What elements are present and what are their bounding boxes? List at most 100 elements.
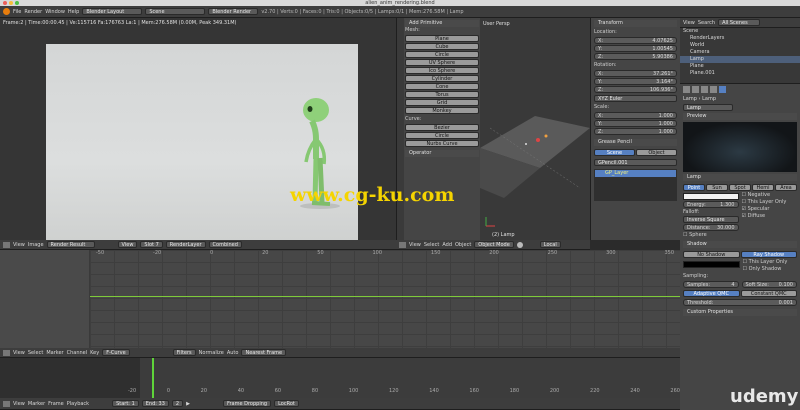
add-curve-circle-button[interactable]: Circle [405, 132, 479, 139]
menu-file[interactable]: File [13, 9, 21, 15]
add-torus-button[interactable]: Torus [405, 91, 479, 98]
preview-panel-header[interactable]: Preview [683, 113, 797, 120]
layout-selector[interactable]: Blender Layout [82, 8, 143, 15]
timeline[interactable]: -20 0 20 40 60 80 100 120 140 160 180 200 220 240 260 [0, 358, 680, 398]
outliner-menu-search[interactable]: Search [698, 20, 715, 26]
image-menu-view[interactable]: View [13, 242, 25, 248]
menu-help[interactable]: Help [68, 9, 79, 15]
add-nurbs-curve-button[interactable]: Nurbs Curve [405, 140, 479, 147]
location-z-field[interactable]: Z: 5.90386 [594, 53, 677, 60]
mode-selector[interactable]: Object Mode [474, 241, 514, 248]
lamp-type-spot[interactable]: Spot [729, 184, 751, 191]
orientation-selector[interactable]: Local [539, 241, 561, 248]
view-selector[interactable]: View [117, 241, 138, 248]
shadow-panel-header[interactable]: Shadow [683, 241, 797, 248]
snap-selector[interactable]: Nearest Frame [241, 349, 287, 356]
menu-window[interactable]: Window [45, 9, 65, 15]
diffuse-checkbox[interactable]: ☑ Diffuse [742, 213, 798, 220]
add-grid-button[interactable]: Grid [405, 99, 479, 106]
soft-size-field[interactable]: Soft Size: 0.100 [741, 281, 797, 288]
add-circle-button[interactable]: Circle [405, 51, 479, 58]
outliner-item-lamp[interactable]: Lamp [680, 56, 800, 63]
lamp-data-tab-icon[interactable] [719, 86, 726, 93]
image-name-field[interactable]: Render Result [46, 241, 95, 248]
negative-checkbox[interactable]: ☐ Negative [742, 192, 798, 199]
adaptive-qmc-button[interactable]: Adaptive QMC [683, 290, 740, 297]
rotation-y-field[interactable]: Y: 3.164° [594, 78, 677, 85]
filters-button[interactable]: Filters [172, 349, 196, 356]
viewport-menu-object[interactable]: Object [455, 242, 471, 248]
scene-tab-icon[interactable] [692, 86, 699, 93]
transform-panel-header[interactable]: Transform [594, 20, 677, 27]
viewport-menu-select[interactable]: Select [424, 242, 439, 248]
add-uv-sphere-button[interactable]: UV Sphere [405, 59, 479, 66]
viewport-menu-view[interactable]: View [409, 242, 421, 248]
rotation-x-field[interactable]: X: 37.261° [594, 70, 677, 77]
graph-menu-marker[interactable]: Marker [46, 350, 63, 356]
add-primitive-panel-header[interactable]: Add Primitive [405, 20, 479, 27]
specular-checkbox[interactable]: ☑ Specular [742, 206, 798, 213]
outliner-item-plane-001[interactable]: Plane.001 [680, 70, 800, 77]
render-tab-icon[interactable] [683, 86, 690, 93]
operator-panel-header[interactable]: Operator [405, 150, 479, 157]
shading-icon[interactable] [516, 241, 523, 248]
gp-layer-item[interactable]: GP_Layer [595, 170, 676, 177]
lamp-color-swatch[interactable] [683, 193, 739, 200]
timeline-menu-frame[interactable]: Frame [48, 401, 64, 407]
custom-properties-panel-header[interactable]: Custom Properties [683, 309, 797, 316]
add-plane-button[interactable]: Plane [405, 35, 479, 42]
outliner-item-renderlayers[interactable]: RenderLayers [680, 35, 800, 42]
blender-logo-icon[interactable] [3, 8, 10, 15]
scale-z-field[interactable]: Z: 1.000 [594, 128, 677, 135]
timeline-menu-view[interactable]: View [13, 401, 25, 407]
normalize-toggle[interactable]: Normalize [199, 350, 224, 356]
location-y-field[interactable]: Y: 1.00545 [594, 45, 677, 52]
outliner-filter-selector[interactable]: All Scenes [718, 19, 761, 26]
graph-menu-key[interactable]: Key [90, 350, 99, 356]
maximize-window-icon[interactable] [15, 1, 19, 5]
image-menu-image[interactable]: Image [28, 242, 44, 248]
outliner-item-plane[interactable]: Plane [680, 63, 800, 70]
no-shadow-button[interactable]: No Shadow [683, 251, 740, 258]
samples-field[interactable]: Samples: 4 [683, 281, 739, 288]
render-engine-selector[interactable]: Blender Render [208, 8, 259, 15]
timeline-editor-type-icon[interactable] [3, 400, 10, 407]
location-x-field[interactable]: X: 4.07625 [594, 37, 677, 44]
grease-pencil-panel-header[interactable]: Grease Pencil [594, 139, 677, 146]
lamp-datablock[interactable]: Lamp [683, 104, 733, 111]
graph-mode-selector[interactable]: F-Curve [102, 349, 130, 356]
shadow-color-swatch[interactable] [683, 261, 740, 268]
threshold-field[interactable]: Threshold: 0.001 [683, 299, 797, 306]
outliner-item-scene[interactable]: Scene [680, 28, 800, 35]
add-cube-button[interactable]: Cube [405, 43, 479, 50]
object-tab-icon[interactable] [710, 86, 717, 93]
close-window-icon[interactable] [3, 1, 7, 5]
viewport-editor-type-icon[interactable] [399, 241, 406, 248]
outliner-item-world[interactable]: World [680, 42, 800, 49]
render-pass-selector[interactable]: Combined [208, 241, 242, 248]
only-shadow-checkbox[interactable]: ☐ Only Shadow [743, 266, 798, 273]
add-cylinder-button[interactable]: Cylinder [405, 75, 479, 82]
ray-shadow-button[interactable]: Ray Shadow [740, 251, 797, 258]
end-frame-field[interactable]: End: 33 [141, 400, 169, 407]
lamp-type-hemi[interactable]: Hemi [752, 184, 774, 191]
play-button-icon[interactable]: ▶ [186, 401, 190, 407]
timeline-menu-playback[interactable]: Playback [67, 401, 89, 407]
add-monkey-button[interactable]: Monkey [405, 107, 479, 114]
graph-menu-channel[interactable]: Channel [67, 350, 88, 356]
add-cone-button[interactable]: Cone [405, 83, 479, 90]
keying-set-selector[interactable]: LocRot [274, 400, 299, 407]
minimize-window-icon[interactable] [9, 1, 13, 5]
render-layer-selector[interactable]: RenderLayer [165, 241, 206, 248]
sphere-checkbox[interactable]: ☐ Sphere [683, 232, 739, 239]
outliner-menu-view[interactable]: View [683, 20, 695, 26]
add-bezier-button[interactable]: Bezier [405, 124, 479, 131]
energy-field[interactable]: Energy: 1.300 [683, 201, 739, 208]
graph-menu-view[interactable]: View [13, 350, 25, 356]
lamp-panel-header[interactable]: Lamp [683, 174, 797, 181]
current-frame-field[interactable]: 2 [171, 400, 184, 407]
world-tab-icon[interactable] [701, 86, 708, 93]
timeline-menu-marker[interactable]: Marker [28, 401, 45, 407]
scale-x-field[interactable]: X: 1.000 [594, 112, 677, 119]
scale-y-field[interactable]: Y: 1.000 [594, 120, 677, 127]
